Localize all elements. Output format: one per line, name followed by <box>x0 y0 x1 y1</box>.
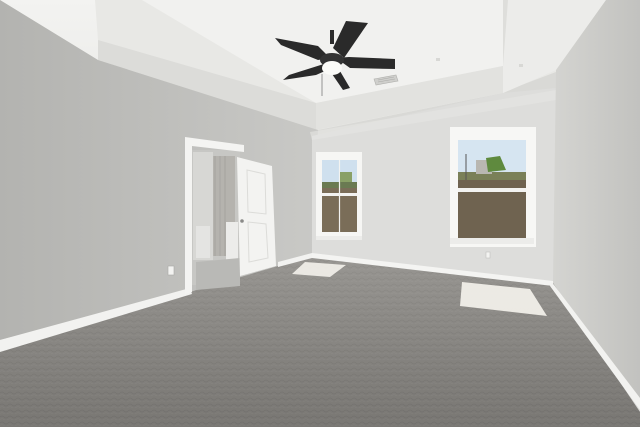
doorway <box>185 137 244 294</box>
window-right <box>450 127 536 247</box>
room-scene <box>0 0 640 427</box>
fan-light <box>322 61 342 75</box>
open-door <box>237 157 276 276</box>
outlet <box>167 265 175 276</box>
door-knob-icon <box>240 219 244 223</box>
window-center <box>316 152 362 240</box>
